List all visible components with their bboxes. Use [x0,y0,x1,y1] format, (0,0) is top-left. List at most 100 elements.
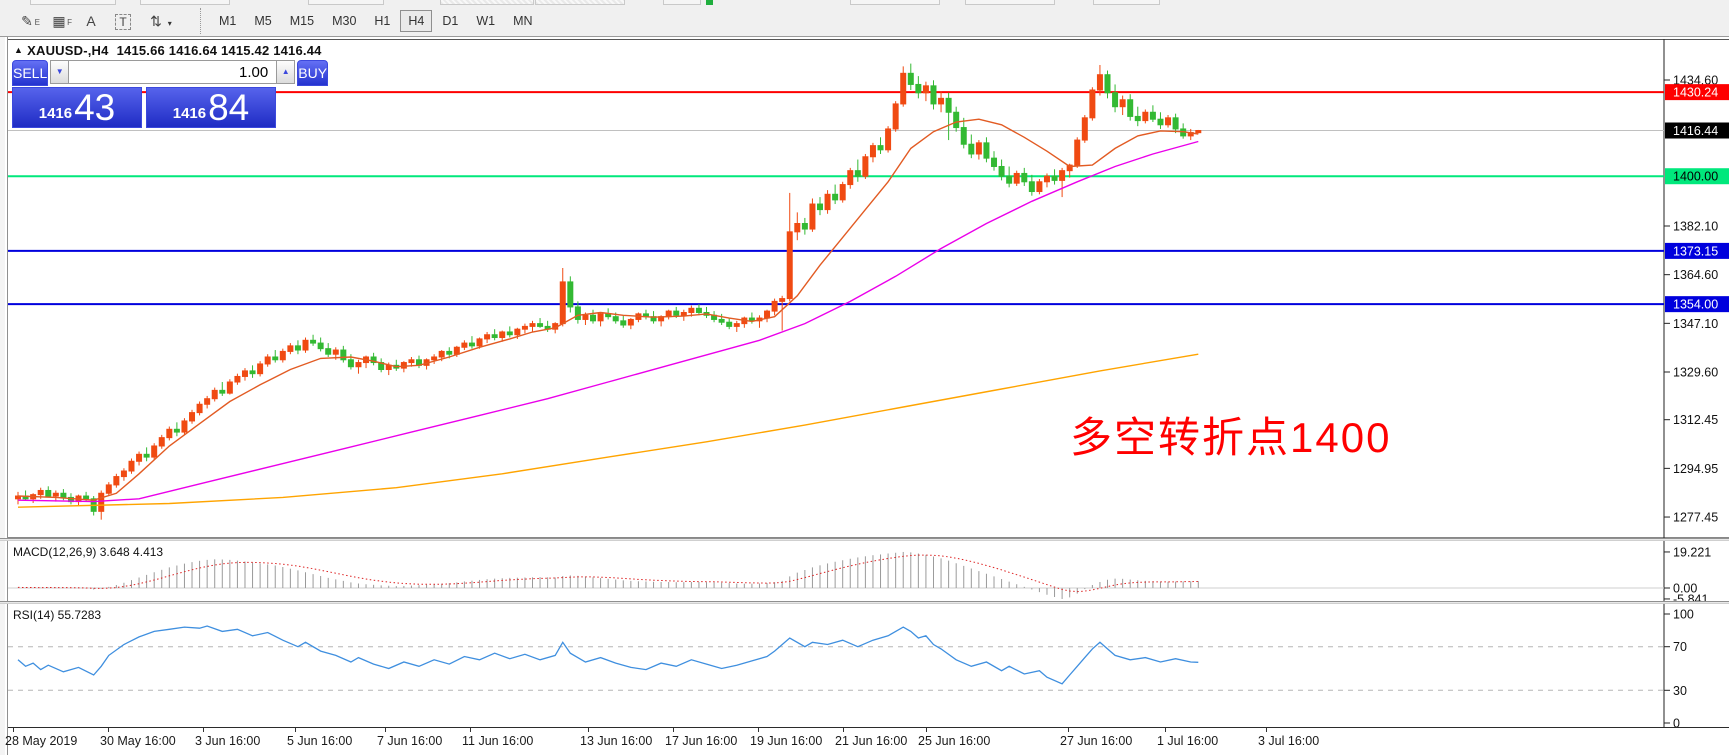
main-chart-pane: 1434.601382.101364.601347.101329.601312.… [8,38,1729,538]
pencil-icon-sub: E [35,12,40,34]
svg-text:100: 100 [1673,608,1694,622]
rsi-canvas[interactable]: 100 70 30 0 [8,604,1729,727]
timeframe-d1-button[interactable]: D1 [434,10,466,32]
arrows-tool-button[interactable]: ⇅ ▾ [142,9,180,33]
svg-text:1347.10: 1347.10 [1673,317,1718,331]
toolbar-fragment [308,0,384,5]
text-box-tool-button[interactable]: T [110,9,136,33]
time-axis-tick [673,728,674,732]
macd-pane: 19.2210.00-5.841 MACD(12,26,9) 3.648 4.4… [8,541,1729,601]
time-axis-tick [108,728,109,732]
toolbar-fragment [140,0,230,5]
time-axis-label: 21 Jun 16:00 [835,734,907,748]
sell-button[interactable]: SELL [12,60,48,86]
volume-increase-button[interactable]: ▲ [276,60,295,84]
symbol-name: XAUUSD-,H4 [27,43,108,58]
timeframe-m15-button[interactable]: M15 [282,10,322,32]
time-axis-label: 7 Jun 16:00 [377,734,442,748]
rsi-label: RSI(14) 55.7283 [13,608,101,622]
collapse-triangle-icon[interactable]: ▲ [14,45,23,55]
time-axis-label: 25 Jun 16:00 [918,734,990,748]
toolbar-fragment [965,0,1055,5]
svg-text:1294.95: 1294.95 [1673,462,1718,476]
timeframe-m1-button[interactable]: M1 [211,10,244,32]
arrows-icon: ⇅ [150,13,162,29]
chart-toolbar: ✎ E ▦ F A T ⇅ ▾ M1 M5 M15 M30 H1 H4 D1 W… [0,5,1729,37]
time-axis-label: 5 Jun 16:00 [287,734,352,748]
svg-text:19.221: 19.221 [1673,545,1711,559]
volume-stepper: ▼ ▲ [50,60,295,84]
time-axis-tick [843,728,844,732]
window-left-edge [0,37,8,755]
time-axis-label: 1 Jul 16:00 [1157,734,1218,748]
timeframe-h4-button[interactable]: H4 [400,10,432,32]
time-axis-label: 17 Jun 16:00 [665,734,737,748]
text-a-icon: A [86,13,95,29]
volume-input[interactable] [69,60,276,84]
time-axis-label: 11 Jun 16:00 [462,734,533,748]
svg-text:1430.24: 1430.24 [1673,86,1718,100]
svg-text:30: 30 [1673,684,1687,698]
time-axis-tick [1165,728,1166,732]
time-axis-label: 30 May 16:00 [100,734,176,748]
svg-text:1364.60: 1364.60 [1673,268,1718,282]
toolbar-fragment [663,0,701,5]
timeframe-m5-button[interactable]: M5 [246,10,279,32]
svg-text:1277.45: 1277.45 [1673,511,1718,525]
mt4-terminal: ✎ E ▦ F A T ⇅ ▾ M1 M5 M15 M30 H1 H4 D1 W… [0,0,1729,755]
text-label-tool-button[interactable]: A [78,9,104,33]
time-axis-label: 13 Jun 16:00 [580,734,652,748]
time-axis-tick [758,728,759,732]
svg-text:1400.00: 1400.00 [1673,170,1718,184]
time-axis-tick [470,728,471,732]
macd-label: MACD(12,26,9) 3.648 4.413 [13,545,163,559]
time-axis-tick [1266,728,1267,732]
time-axis-label: 3 Jul 16:00 [1258,734,1319,748]
toolbar-separator [200,8,201,34]
timeframe-m30-button[interactable]: M30 [324,10,364,32]
toolbar-fragment [850,0,940,5]
time-axis-tick [295,728,296,732]
grid-icon: ▦ [52,13,65,29]
time-axis-tick [385,728,386,732]
sell-price-small: 1416 [39,105,72,122]
grid-f-tool-button[interactable]: ▦ F [46,9,72,33]
time-axis-tick [588,728,589,732]
svg-text:1373.15: 1373.15 [1673,244,1718,258]
buy-price-small: 1416 [173,105,206,122]
svg-text:0: 0 [1673,717,1680,728]
svg-text:1312.45: 1312.45 [1673,413,1718,427]
time-axis-tick [203,728,204,732]
grid-icon-sub: F [67,12,72,34]
timeframe-h1-button[interactable]: H1 [366,10,398,32]
toolbar-fragment [535,0,625,5]
svg-text:70: 70 [1673,640,1687,654]
time-axis-tick [926,728,927,732]
sell-price-big: 43 [74,91,115,125]
svg-text:1416.44: 1416.44 [1673,124,1718,138]
ohlc-values: 1415.66 1416.64 1415.42 1416.44 [117,43,322,58]
symbol-title: ▲ XAUUSD-,H4 1415.66 1416.64 1415.42 1416.… [14,43,322,58]
window-top-fragments [0,0,1729,5]
time-axis-label: 3 Jun 16:00 [195,734,260,748]
timeframe-mn-button[interactable]: MN [505,10,540,32]
time-axis-label: 27 Jun 16:00 [1060,734,1132,748]
toolbar-fragment [1093,0,1160,5]
buy-button[interactable]: BUY [297,60,328,86]
buy-price-box[interactable]: 1416 84 [146,87,276,128]
buy-price-big: 84 [208,91,249,125]
macd-canvas[interactable]: 19.2210.00-5.841 [8,541,1729,601]
toolbar-fragment-green [706,0,713,5]
rsi-pane: 100 70 30 0 RSI(14) 55.7283 [8,604,1729,727]
svg-text:1382.10: 1382.10 [1673,220,1718,234]
time-axis-label: 28 May 2019 [5,734,77,748]
text-t-icon: T [115,14,130,30]
svg-text:-5.841: -5.841 [1673,592,1708,601]
timeframe-w1-button[interactable]: W1 [468,10,503,32]
volume-decrease-button[interactable]: ▼ [50,60,69,84]
one-click-trade-panel: SELL ▼ ▲ BUY 1416 43 1416 84 [12,60,276,128]
pattern-e-tool-button[interactable]: ✎ E [14,9,40,33]
time-axis-tick [13,728,14,732]
toolbar-fragment [440,0,534,5]
sell-price-box[interactable]: 1416 43 [12,87,142,128]
